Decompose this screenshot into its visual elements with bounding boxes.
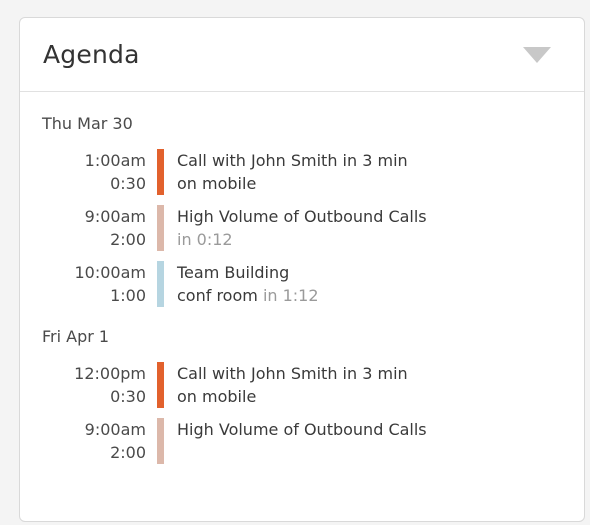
event-detail: on mobile bbox=[177, 387, 257, 406]
agenda-dropdown-button[interactable] bbox=[520, 43, 554, 67]
caret-down-icon bbox=[523, 46, 551, 63]
event-title: Call with John Smith in 3 min bbox=[177, 364, 408, 383]
event-duration: 0:30 bbox=[110, 387, 146, 406]
event-start-time: 12:00pm bbox=[74, 364, 146, 383]
event-countdown: in 0:12 bbox=[177, 230, 233, 249]
event-color-bar bbox=[157, 149, 164, 195]
event-duration: 0:30 bbox=[110, 174, 146, 193]
event-time: 10:00am 1:00 bbox=[42, 261, 147, 307]
event-info: High Volume of Outbound Calls in 0:12 bbox=[177, 205, 427, 251]
agenda-event[interactable]: 12:00pm 0:30 Call with John Smith in 3 m… bbox=[42, 362, 584, 408]
event-detail-line: conf room in 1:12 bbox=[177, 284, 319, 307]
event-color-bar bbox=[157, 205, 164, 251]
event-color-bar bbox=[157, 261, 164, 307]
event-start-time: 10:00am bbox=[74, 263, 147, 282]
agenda-header: Agenda bbox=[20, 18, 584, 92]
day-group: Thu Mar 30 1:00am 0:30 Call with John Sm… bbox=[42, 114, 584, 307]
event-info: Team Building conf room in 1:12 bbox=[177, 261, 319, 307]
event-start-time: 9:00am bbox=[84, 207, 146, 226]
event-info: High Volume of Outbound Calls bbox=[177, 418, 427, 441]
agenda-event[interactable]: 10:00am 1:00 Team Building conf room in … bbox=[42, 261, 584, 307]
event-detail: on mobile bbox=[177, 174, 257, 193]
day-header: Thu Mar 30 bbox=[42, 114, 133, 133]
agenda-body: Thu Mar 30 1:00am 0:30 Call with John Sm… bbox=[20, 92, 584, 464]
event-time: 12:00pm 0:30 bbox=[42, 362, 146, 408]
event-title: Team Building bbox=[177, 263, 290, 282]
event-info: Call with John Smith in 3 min on mobile bbox=[177, 149, 408, 195]
event-start-time: 1:00am bbox=[84, 151, 146, 170]
event-time: 9:00am 2:00 bbox=[42, 205, 146, 251]
event-duration: 2:00 bbox=[110, 443, 146, 462]
event-duration: 2:00 bbox=[110, 230, 146, 249]
event-time: 9:00am 2:00 bbox=[42, 418, 146, 464]
event-detail-line: on mobile bbox=[177, 172, 408, 195]
agenda-title: Agenda bbox=[43, 40, 140, 69]
event-duration: 1:00 bbox=[110, 286, 146, 305]
day-header: Fri Apr 1 bbox=[42, 327, 110, 346]
event-title: High Volume of Outbound Calls bbox=[177, 420, 427, 439]
event-detail: conf room bbox=[177, 286, 258, 305]
event-title: High Volume of Outbound Calls bbox=[177, 207, 427, 226]
event-title: Call with John Smith in 3 min bbox=[177, 151, 408, 170]
event-info: Call with John Smith in 3 min on mobile bbox=[177, 362, 408, 408]
event-time: 1:00am 0:30 bbox=[42, 149, 146, 195]
agenda-card: Agenda Thu Mar 30 1:00am 0:30 Call with … bbox=[19, 17, 585, 522]
event-detail-line: on mobile bbox=[177, 385, 408, 408]
agenda-event[interactable]: 1:00am 0:30 Call with John Smith in 3 mi… bbox=[42, 149, 584, 195]
event-color-bar bbox=[157, 418, 164, 464]
agenda-event[interactable]: 9:00am 2:00 High Volume of Outbound Call… bbox=[42, 418, 584, 464]
event-detail-line: in 0:12 bbox=[177, 228, 427, 251]
day-group: Fri Apr 1 12:00pm 0:30 Call with John Sm… bbox=[42, 327, 584, 464]
event-color-bar bbox=[157, 362, 164, 408]
event-countdown: in 1:12 bbox=[262, 286, 319, 305]
event-start-time: 9:00am bbox=[84, 420, 146, 439]
agenda-event[interactable]: 9:00am 2:00 High Volume of Outbound Call… bbox=[42, 205, 584, 251]
